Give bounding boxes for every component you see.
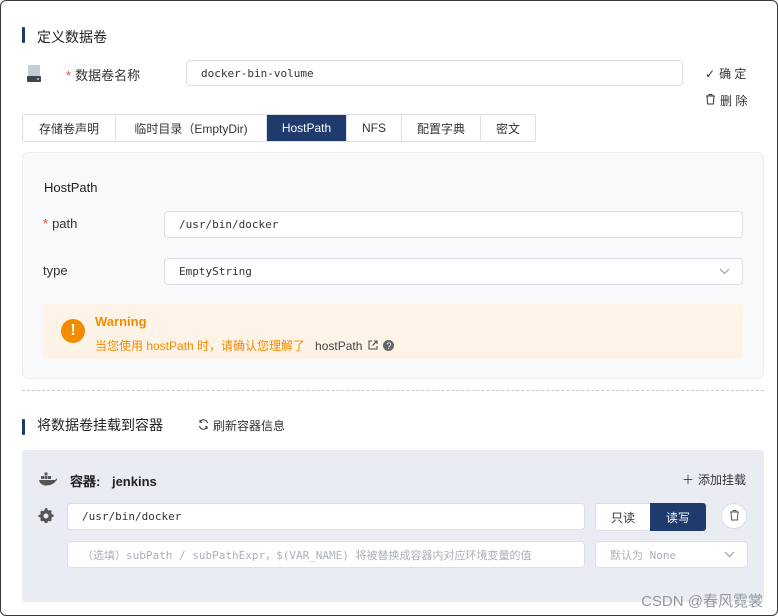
external-link-icon[interactable] xyxy=(368,339,378,353)
mount-path-input[interactable]: /usr/bin/docker xyxy=(67,503,585,530)
volume-dialog: 定义数据卷 * 数据卷名称 docker-bin-volume ✓ 确 定 删 除… xyxy=(0,0,778,616)
section-title-mount: 将数据卷挂载到容器 xyxy=(37,417,163,433)
trash-icon xyxy=(705,93,716,108)
warning-title: Warning xyxy=(95,314,147,329)
confirm-label: 确 定 xyxy=(719,67,747,81)
hostpath-panel: HostPath * path /usr/bin/docker type Empt… xyxy=(22,152,764,379)
type-value: EmptyString xyxy=(179,265,252,278)
add-mount-label: 添加挂载 xyxy=(698,473,747,487)
tab-secret[interactable]: 密文 xyxy=(481,115,535,141)
warning-text: 当您使用 hostPath 时，请确认您理解了 xyxy=(95,339,306,353)
storage-drive-icon xyxy=(26,64,42,87)
warning-alert: ! Warning 当您使用 hostPath 时，请确认您理解了 hostPa… xyxy=(43,304,743,359)
path-input[interactable]: /usr/bin/docker xyxy=(164,211,743,238)
subpath-type-value: 默认为 None xyxy=(610,548,677,562)
volume-name-input[interactable]: docker-bin-volume xyxy=(186,60,683,86)
path-label-text: path xyxy=(52,216,78,231)
type-select[interactable]: EmptyString xyxy=(164,258,743,285)
csdn-watermark: CSDN @春风霓裳 xyxy=(641,593,763,610)
path-label: * path xyxy=(43,216,77,231)
tab-hostpath[interactable]: HostPath xyxy=(267,115,347,141)
plus-icon: ＋ xyxy=(682,473,695,487)
mount-path-value: /usr/bin/docker xyxy=(82,510,182,523)
type-label: type xyxy=(43,263,68,278)
readwrite-button[interactable]: 读写 xyxy=(650,503,706,531)
volume-type-tabs: 存储卷声明 临时目录（EmptyDir) HostPath NFS 配置字典 密… xyxy=(22,114,536,142)
check-icon: ✓ xyxy=(705,66,716,81)
subpath-placeholder: （选填）subPath / subPathExpr，$(VAR_NAME) 将被… xyxy=(82,548,532,562)
delete-button[interactable]: 删 除 xyxy=(705,92,747,109)
subpath-input[interactable]: （选填）subPath / subPathExpr，$(VAR_NAME) 将被… xyxy=(67,541,585,568)
subpath-type-select[interactable]: 默认为 None xyxy=(595,541,748,568)
readonly-button[interactable]: 只读 xyxy=(595,503,651,531)
help-icon[interactable]: ? xyxy=(383,340,395,351)
trash-icon xyxy=(729,509,740,524)
refresh-container-button[interactable]: 刷新容器信息 xyxy=(198,417,285,434)
delete-label: 删 除 xyxy=(720,94,748,108)
delete-mount-button[interactable] xyxy=(721,503,747,529)
container-mount-panel: 容器: jenkins ＋ 添加挂载 /usr/bin/docker 只读 读写… xyxy=(22,450,764,602)
warning-icon: ! xyxy=(61,319,85,343)
container-label: 容器: xyxy=(70,474,101,489)
tab-nfs[interactable]: NFS xyxy=(347,115,402,141)
hostpath-panel-title: HostPath xyxy=(44,180,98,195)
volume-name-value: docker-bin-volume xyxy=(201,66,314,80)
volume-name-label: * 数据卷名称 xyxy=(66,65,140,84)
section-divider xyxy=(22,390,764,391)
volume-name-label-text: 数据卷名称 xyxy=(75,68,141,83)
tab-emptydir[interactable]: 临时目录（EmptyDir) xyxy=(116,115,267,141)
section-accent-bar xyxy=(22,27,25,43)
tab-pvc[interactable]: 存储卷声明 xyxy=(23,115,116,141)
add-mount-button[interactable]: ＋ 添加挂载 xyxy=(682,471,746,488)
hostpath-doc-link[interactable]: hostPath xyxy=(315,339,362,353)
container-name: jenkins xyxy=(111,474,157,489)
required-asterisk: * xyxy=(43,216,49,231)
chevron-down-icon xyxy=(724,548,735,561)
tab-configmap[interactable]: 配置字典 xyxy=(402,115,481,141)
chevron-down-icon xyxy=(719,265,730,278)
warning-message: 当您使用 hostPath 时，请确认您理解了 hostPath ? xyxy=(95,337,395,354)
refresh-label: 刷新容器信息 xyxy=(213,419,286,433)
container-name-row: 容器: jenkins xyxy=(70,471,157,490)
path-value: /usr/bin/docker xyxy=(179,218,279,231)
gear-icon xyxy=(38,507,54,526)
confirm-button[interactable]: ✓ 确 定 xyxy=(705,65,746,82)
docker-icon xyxy=(38,472,58,489)
refresh-icon xyxy=(198,418,209,433)
section-title-define-volume: 定义数据卷 xyxy=(37,29,107,45)
section-accent-bar xyxy=(22,419,25,435)
required-asterisk: * xyxy=(66,68,72,83)
